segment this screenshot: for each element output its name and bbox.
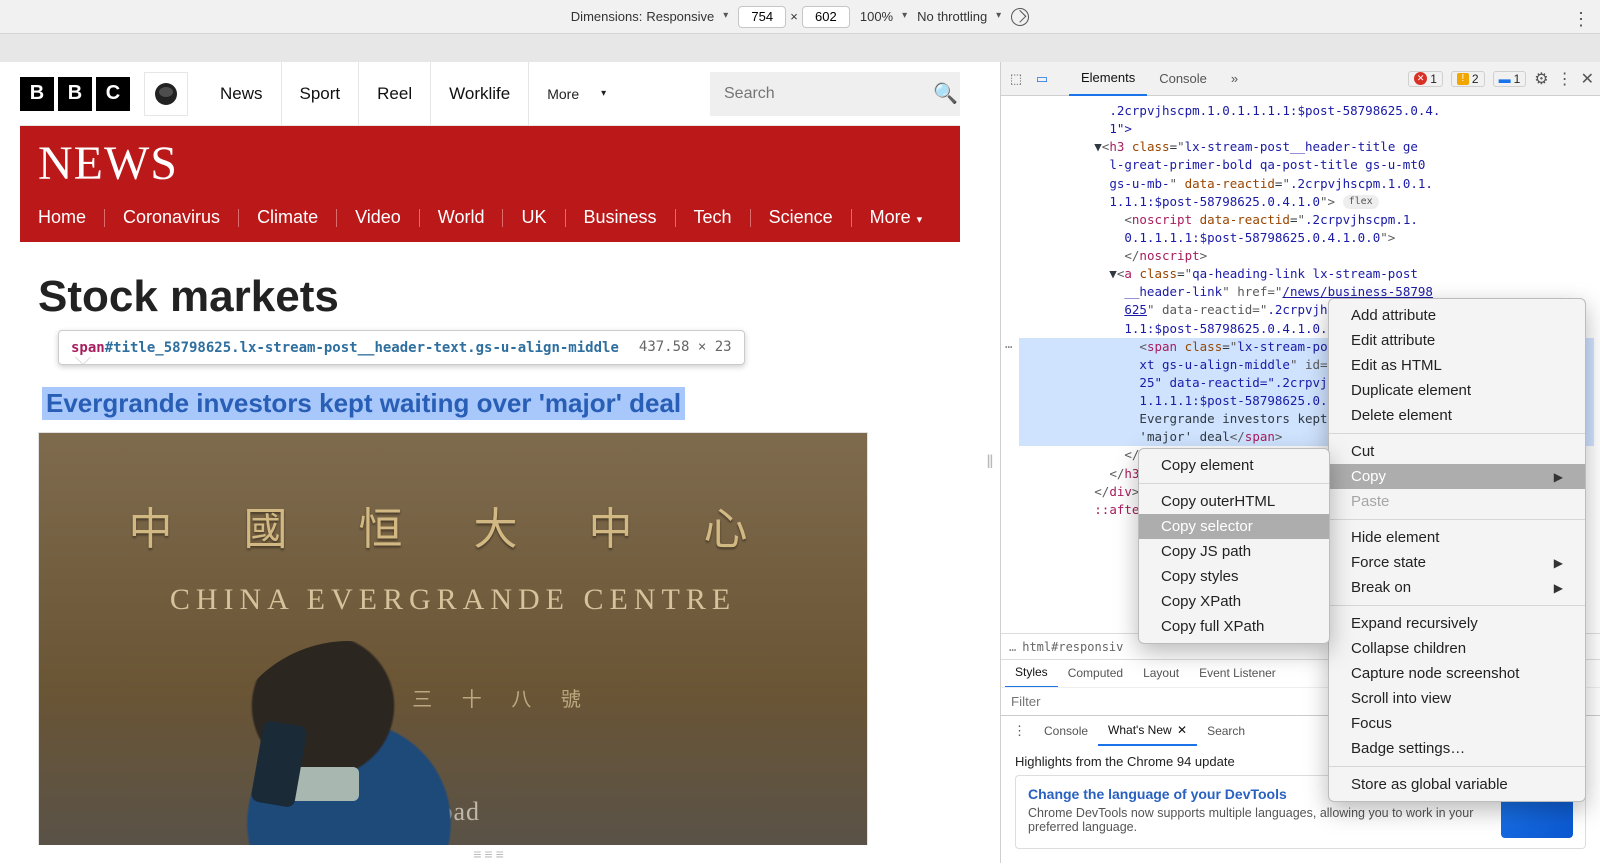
news-banner: NEWS Home Coronavirus Climate Video Worl… (20, 126, 960, 242)
logo-letter: B (58, 77, 92, 111)
menu-item-hide-element[interactable]: Hide element (1329, 525, 1585, 550)
menu-item-break-on[interactable]: Break on▶ (1329, 575, 1585, 600)
tab-computed[interactable]: Computed (1058, 660, 1133, 687)
logo-letter: B (20, 77, 54, 111)
menu-item-paste[interactable]: Paste (1329, 489, 1585, 514)
menu-item-expand-recursively[interactable]: Expand recursively (1329, 611, 1585, 636)
news-nav-uk[interactable]: UK (521, 199, 546, 236)
menu-item-capture-node-screenshot[interactable]: Capture node screenshot (1329, 661, 1585, 686)
submenu-item-copy-outerhtml[interactable]: Copy outerHTML (1139, 489, 1329, 514)
search-box[interactable]: 🔍 (710, 72, 960, 116)
page-heading: Stock markets (38, 272, 942, 322)
zoom-select[interactable]: 100% (860, 9, 907, 24)
drawer-menu[interactable]: ⋮ (1005, 723, 1034, 739)
headline-link[interactable]: Evergrande investors kept waiting over '… (42, 387, 685, 420)
menu-item-cut[interactable]: Cut (1329, 439, 1585, 464)
menu-item-edit-attribute[interactable]: Edit attribute (1329, 328, 1585, 353)
chevron-down-icon: ▾ (601, 62, 606, 126)
ruler-bar (0, 34, 1600, 62)
devtools-toolbar: ⬚ ▭ Elements Console » 1 2 1 ⚙ ⋮ ✕ (1001, 62, 1600, 96)
menu-item-delete-element[interactable]: Delete element (1329, 403, 1585, 428)
inspector-tooltip: 437.58 × 23 span#title_58798625.lx-strea… (58, 330, 745, 365)
menu-item-focus[interactable]: Focus (1329, 711, 1585, 736)
dimensions-select[interactable]: Responsive (646, 9, 728, 24)
news-nav-more[interactable]: More▾ (870, 199, 923, 236)
card-body: Chrome DevTools now supports multiple la… (1028, 806, 1489, 834)
news-nav-video[interactable]: Video (355, 199, 401, 236)
menu-item-add-attribute[interactable]: Add attribute (1329, 303, 1585, 328)
throttling-select[interactable]: No throttling (917, 9, 1001, 24)
submenu-item-copy-full-xpath[interactable]: Copy full XPath (1139, 614, 1329, 639)
dim-times: × (790, 9, 798, 24)
news-title: NEWS (20, 126, 960, 199)
search-input[interactable] (722, 84, 933, 104)
tab-elements[interactable]: Elements (1069, 62, 1147, 96)
nav-more[interactable]: More▾ (528, 62, 624, 126)
height-input[interactable] (802, 6, 850, 28)
submenu-item-copy-js-path[interactable]: Copy JS path (1139, 539, 1329, 564)
device-toolbar-menu[interactable]: ⋮ (1572, 9, 1590, 30)
submenu-item-copy-selector[interactable]: Copy selector (1139, 514, 1329, 539)
submenu-item-copy-xpath[interactable]: Copy XPath (1139, 589, 1329, 614)
news-nav: Home Coronavirus Climate Video World UK … (20, 199, 960, 242)
menu-item-duplicate-element[interactable]: Duplicate element (1329, 378, 1585, 403)
flex-badge[interactable]: flex (1343, 195, 1379, 210)
news-nav-home[interactable]: Home (38, 199, 86, 236)
bbc-header: B B C News Sport Reel Worklife More▾ 🔍 (20, 62, 960, 126)
search-icon[interactable]: 🔍 (933, 81, 958, 106)
tab-layout[interactable]: Layout (1133, 660, 1189, 687)
error-badge[interactable]: 1 (1408, 71, 1443, 87)
news-nav-coronavirus[interactable]: Coronavirus (123, 199, 220, 236)
width-input[interactable] (738, 6, 786, 28)
top-nav: News Sport Reel Worklife More▾ (202, 62, 696, 126)
account-button[interactable] (144, 72, 188, 116)
news-nav-business[interactable]: Business (584, 199, 657, 236)
tab-eventlisteners[interactable]: Event Listener (1189, 660, 1286, 687)
menu-item-badge-settings-[interactable]: Badge settings… (1329, 736, 1585, 761)
news-nav-climate[interactable]: Climate (257, 199, 318, 236)
dimensions-label: Dimensions: (571, 9, 643, 24)
menu-item-edit-as-html[interactable]: Edit as HTML (1329, 353, 1585, 378)
drawer-tab-console[interactable]: Console (1034, 717, 1098, 745)
submenu-item-copy-styles[interactable]: Copy styles (1139, 564, 1329, 589)
issue-badge[interactable]: 1 (1493, 71, 1527, 87)
devtools-menu[interactable]: ⋮ (1557, 69, 1573, 89)
submenu-item-copy-element[interactable]: Copy element (1139, 453, 1329, 478)
drawer-tab-search[interactable]: Search (1197, 717, 1255, 745)
gear-icon[interactable]: ⚙ (1534, 69, 1548, 89)
logo-letter: C (96, 77, 130, 111)
tab-more[interactable]: » (1219, 63, 1250, 95)
menu-item-copy[interactable]: Copy▶ (1329, 464, 1585, 489)
tab-console[interactable]: Console (1147, 63, 1219, 95)
nav-news[interactable]: News (202, 62, 281, 126)
close-tab-icon[interactable]: ✕ (1177, 723, 1187, 737)
warning-badge[interactable]: 2 (1451, 71, 1485, 87)
tooltip-dims: 437.58 × 23 (639, 339, 732, 355)
menu-item-force-state[interactable]: Force state▶ (1329, 550, 1585, 575)
bbc-logo[interactable]: B B C (20, 77, 130, 111)
menu-item-scroll-into-view[interactable]: Scroll into view (1329, 686, 1585, 711)
drawer-tab-whatsnew[interactable]: What's New ✕ (1098, 716, 1197, 746)
inspect-icon[interactable]: ⬚ (1007, 71, 1025, 87)
viewport-drag-handle[interactable]: ≡≡≡ (0, 845, 980, 863)
rotate-icon[interactable] (1007, 4, 1032, 29)
news-nav-world[interactable]: World (438, 199, 485, 236)
news-nav-science[interactable]: Science (769, 199, 833, 236)
copy-submenu[interactable]: Copy elementCopy outerHTMLCopy selectorC… (1138, 448, 1330, 644)
menu-item-collapse-children[interactable]: Collapse children (1329, 636, 1585, 661)
tab-styles[interactable]: Styles (1005, 659, 1058, 688)
hero-image: 中 國 恒 大 中 心 CHINA EVERGRANDE CENTRE 打 道 … (38, 432, 868, 845)
menu-item-store-as-global-variable[interactable]: Store as global variable (1329, 772, 1585, 797)
news-nav-tech[interactable]: Tech (694, 199, 732, 236)
nav-reel[interactable]: Reel (358, 62, 430, 126)
device-icon[interactable]: ▭ (1033, 71, 1051, 87)
nav-sport[interactable]: Sport (281, 62, 359, 126)
viewport-resizer[interactable]: ‖ (980, 62, 1000, 863)
close-icon[interactable]: ✕ (1581, 69, 1594, 89)
context-menu[interactable]: Add attributeEdit attributeEdit as HTMLD… (1328, 298, 1586, 802)
account-icon (155, 83, 177, 105)
device-toolbar: Dimensions: Responsive × 100% No throttl… (0, 0, 1600, 34)
nav-worklife[interactable]: Worklife (430, 62, 528, 126)
